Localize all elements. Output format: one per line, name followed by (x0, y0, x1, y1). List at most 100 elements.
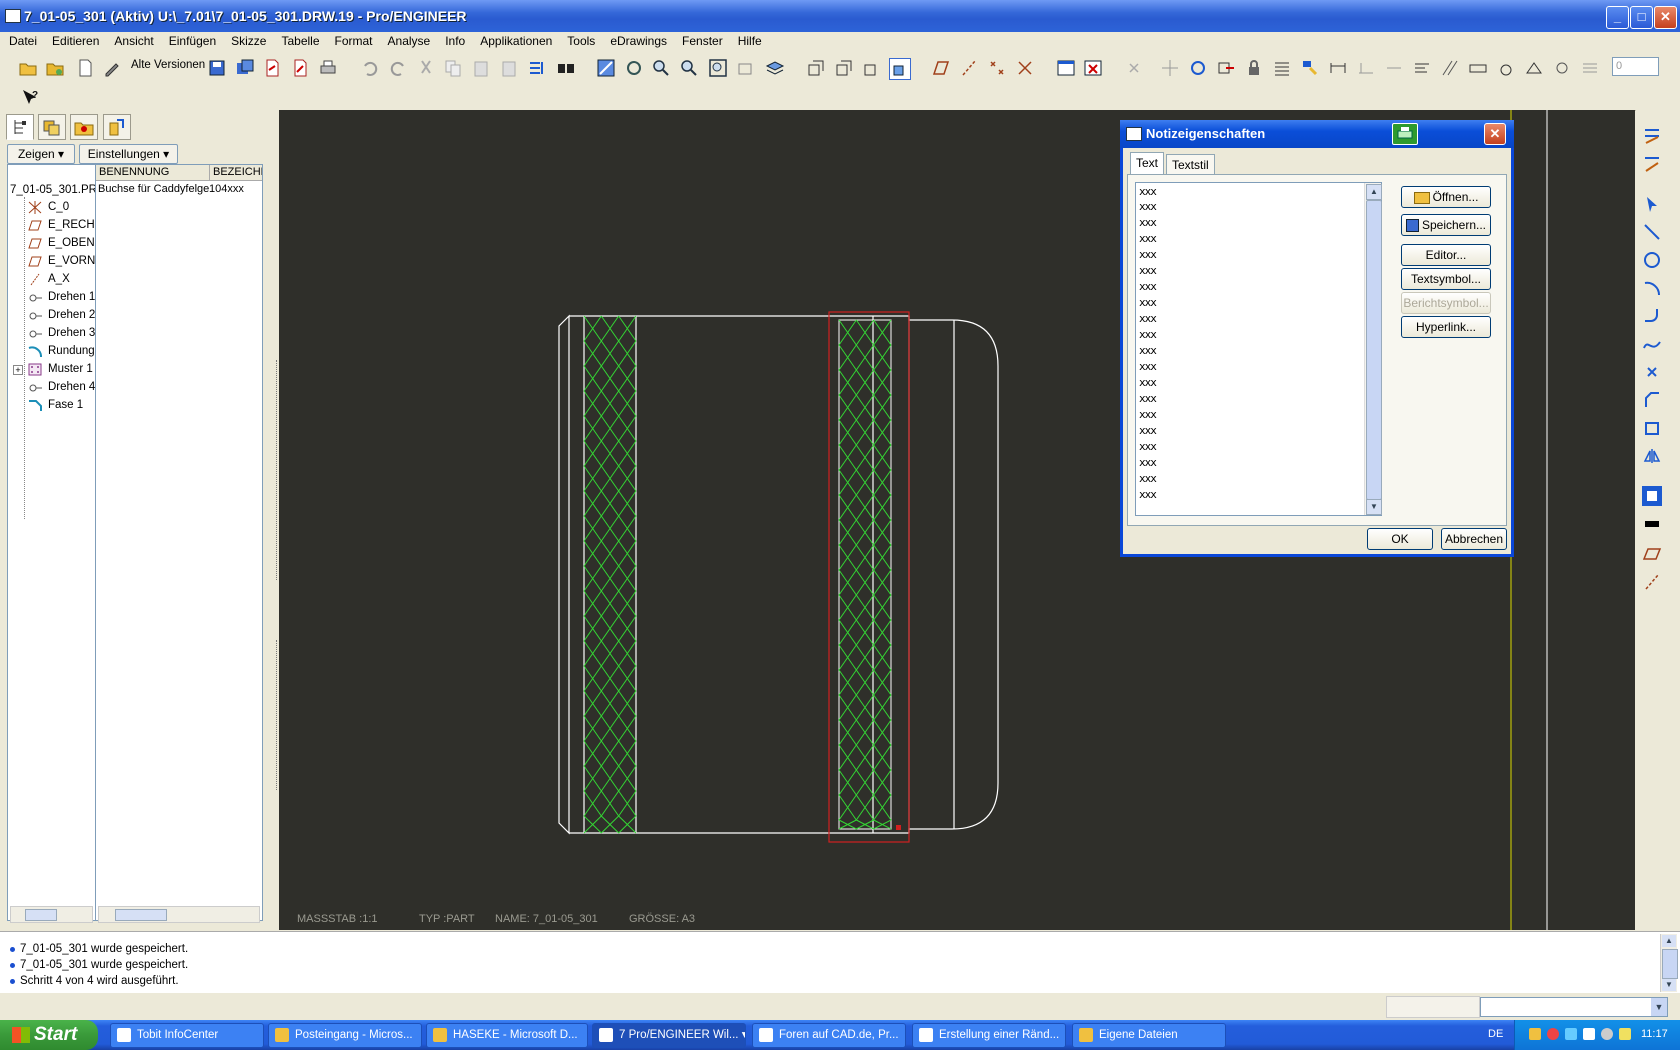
favorites-tab-icon[interactable] (70, 114, 98, 140)
balloon-icon[interactable] (1552, 58, 1572, 78)
maximize-button[interactable]: □ (1630, 6, 1653, 29)
tray-security-icon[interactable] (1547, 1028, 1559, 1040)
no-hidden-icon[interactable] (862, 58, 882, 78)
tree-item-drehen-3[interactable]: Drehen 3 (8, 325, 95, 342)
panel-splitter[interactable] (270, 110, 279, 930)
refit-icon[interactable] (708, 58, 728, 78)
tree-item-drehen-1[interactable]: Drehen 1 (8, 289, 95, 306)
switch-view-icon[interactable] (1188, 58, 1208, 78)
paste-special-icon[interactable] (499, 58, 519, 78)
fillet-tool-icon[interactable] (1642, 306, 1662, 326)
plane-tool-icon[interactable] (1642, 544, 1662, 564)
wireframe-icon[interactable] (806, 58, 826, 78)
axis-tool-icon[interactable] (1642, 572, 1662, 592)
circle-tool-icon[interactable] (1642, 250, 1662, 270)
table-icon[interactable] (1272, 58, 1292, 78)
info-hscrollbar[interactable] (98, 906, 260, 923)
line-tool-icon[interactable] (1642, 222, 1662, 242)
tray-volume-icon[interactable] (1601, 1028, 1613, 1040)
menu-datei[interactable]: Datei (0, 32, 43, 48)
save-icon[interactable] (207, 58, 227, 78)
filter-select[interactable]: ▼ (1480, 997, 1668, 1017)
move-to-sheet-icon[interactable] (1216, 58, 1236, 78)
task-eigene-dateien[interactable]: Eigene Dateien (1072, 1023, 1226, 1048)
clock[interactable]: 11:17 (1641, 1028, 1668, 1040)
menu-ansicht[interactable]: Ansicht (105, 32, 159, 48)
tree-item-a-x[interactable]: A_X (8, 271, 95, 288)
open-folder-icon[interactable] (18, 58, 38, 78)
dialog-titlebar[interactable]: Notizeigenschaften ✕ (1120, 120, 1514, 148)
settings-dropdown[interactable]: Einstellungen ▾ (79, 144, 178, 164)
spline-tool-icon[interactable] (1642, 334, 1662, 354)
column-header-name[interactable]: BENENNUNG (96, 165, 210, 181)
repaint-icon[interactable] (596, 58, 616, 78)
tree-item-rundung[interactable]: Rundung (8, 343, 95, 360)
orient-icon[interactable] (624, 58, 644, 78)
scroll-thumb[interactable] (25, 909, 57, 921)
menu-editieren[interactable]: Editieren (43, 32, 105, 48)
scroll-thumb[interactable] (115, 909, 167, 921)
surface-finish-icon[interactable] (1440, 58, 1460, 78)
ref-dim-icon[interactable] (1384, 58, 1404, 78)
message-vscrollbar[interactable]: ▲ ▼ (1660, 934, 1678, 992)
task-tobit[interactable]: Tobit InfoCenter (110, 1023, 264, 1048)
menu-tools[interactable]: Tools (558, 32, 601, 48)
report-symbol-button[interactable]: Berichtsymbol... (1401, 292, 1491, 314)
task-cad-forum[interactable]: Foren auf CAD.de, Pr... (752, 1023, 906, 1048)
menu-analyse[interactable]: Analyse (379, 32, 437, 48)
expand-toggle[interactable]: + (13, 365, 23, 375)
model-tree-tab-icon[interactable] (6, 114, 34, 140)
point-tool-icon[interactable] (1642, 362, 1662, 382)
coord-systems-icon[interactable] (1015, 58, 1035, 78)
pdf-export-icon[interactable] (262, 58, 282, 78)
task-haseke[interactable]: HASEKE - Microsoft D... (426, 1023, 588, 1048)
note-icon[interactable] (1412, 58, 1432, 78)
menu-hilfe[interactable]: Hilfe (729, 32, 768, 48)
hidden-line-icon[interactable] (834, 58, 854, 78)
lock-view-icon[interactable] (1244, 58, 1264, 78)
cut-icon[interactable] (416, 58, 436, 78)
task-outlook[interactable]: Posteingang - Micros... (268, 1023, 422, 1048)
connections-tab-icon[interactable] (103, 114, 131, 140)
datum-planes-icon[interactable] (931, 58, 951, 78)
scroll-thumb[interactable] (1366, 200, 1382, 500)
paste-icon[interactable] (471, 58, 491, 78)
menu-format[interactable]: Format (326, 32, 379, 48)
note-text-editor[interactable]: xxx xxx xxx xxx xxx xxx xxx xxx xxx xxx … (1135, 182, 1382, 516)
tree-item-drehen-4[interactable]: Drehen 4 (8, 379, 95, 396)
datum-axes-icon[interactable] (959, 58, 979, 78)
open-button[interactable]: Öffnen... (1401, 186, 1491, 208)
tree-item-muster-1[interactable]: + Muster 1 (8, 361, 95, 378)
zoom-in-icon[interactable] (651, 58, 671, 78)
tray-display-icon[interactable] (1583, 1028, 1595, 1040)
menu-skizze[interactable]: Skizze (222, 32, 272, 48)
hyperlink-button[interactable]: Hyperlink... (1401, 316, 1491, 338)
scroll-up-arrow-icon[interactable]: ▲ (1366, 184, 1382, 200)
new-file-icon[interactable] (75, 58, 95, 78)
search-tool-icon[interactable] (556, 58, 576, 78)
dimension-icon[interactable] (1328, 58, 1348, 78)
window-activate-icon[interactable] (1056, 58, 1076, 78)
datum-points-icon[interactable] (987, 58, 1007, 78)
mirror-tool-icon[interactable] (1642, 446, 1662, 466)
datum-target-icon[interactable] (1496, 58, 1516, 78)
print-icon[interactable] (318, 58, 338, 78)
undo-icon[interactable] (360, 58, 380, 78)
task-erstellung[interactable]: Erstellung einer Ränd... (912, 1023, 1066, 1048)
regenerate-icon[interactable] (527, 58, 547, 78)
value-spinner[interactable]: 0 (1612, 57, 1659, 76)
cancel-button[interactable]: Abbrechen (1441, 528, 1507, 550)
layer-tree-tab-icon[interactable] (38, 114, 66, 140)
layers-icon[interactable] (765, 58, 785, 78)
tree-item-e-vorn[interactable]: E_VORN (8, 253, 95, 270)
pdf-export2-icon[interactable] (290, 58, 310, 78)
menu-tabelle[interactable]: Tabelle (272, 32, 325, 48)
tab-text[interactable]: Text (1130, 152, 1165, 176)
tree-hscrollbar[interactable] (10, 906, 93, 923)
tree-item-drehen-2[interactable]: Drehen 2 (8, 307, 95, 324)
open-session-icon[interactable] (45, 58, 65, 78)
close-button[interactable]: ✕ (1654, 6, 1677, 29)
save-copy-icon[interactable] (235, 58, 255, 78)
menu-applikationen[interactable]: Applikationen (471, 32, 558, 48)
scroll-up-arrow-icon[interactable]: ▲ (1662, 935, 1676, 947)
